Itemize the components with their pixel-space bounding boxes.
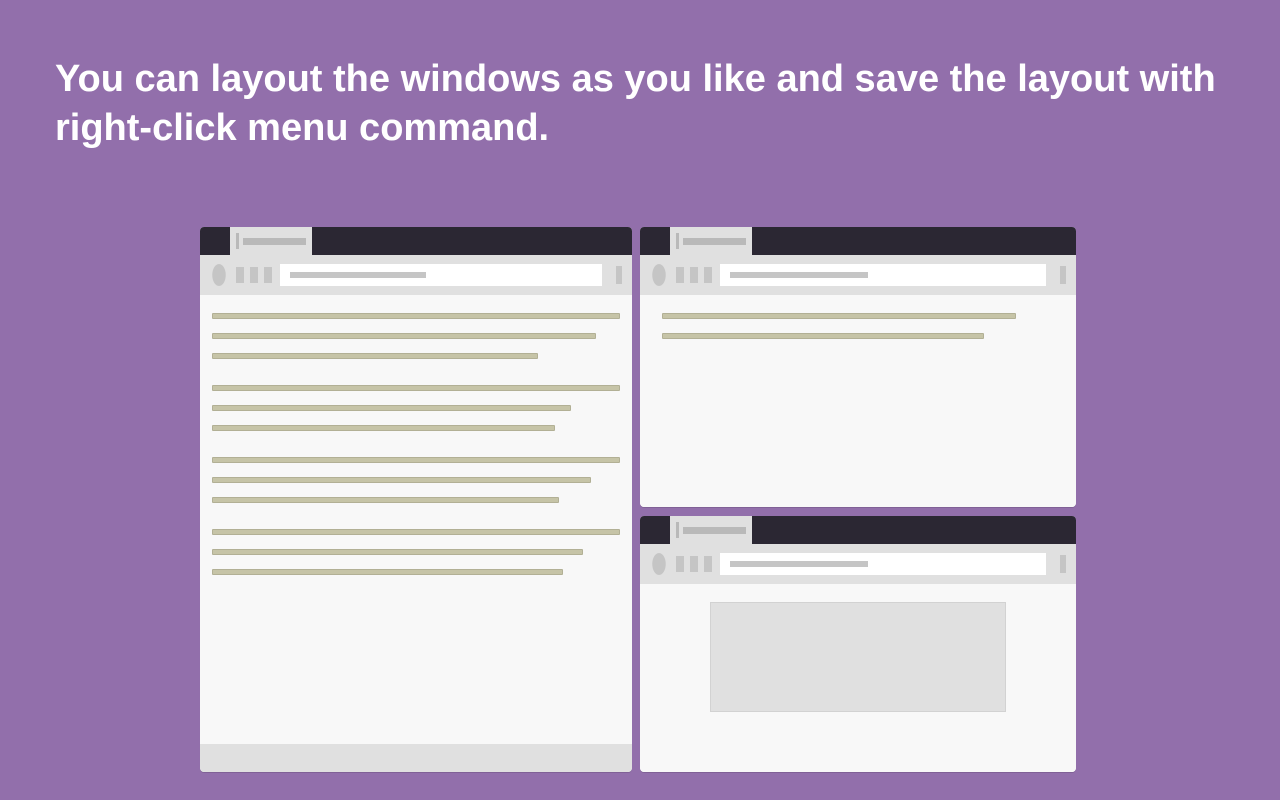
- titlebar-spacer: [200, 227, 230, 255]
- browser-tab[interactable]: [670, 516, 752, 544]
- titlebar[interactable]: [640, 227, 1076, 255]
- tab-favicon: [676, 522, 679, 538]
- page-content: [200, 295, 632, 744]
- reload-button[interactable]: [704, 267, 712, 283]
- text-line-placeholder: [212, 405, 571, 411]
- text-line-placeholder: [212, 477, 591, 483]
- profile-avatar-icon[interactable]: [652, 264, 666, 286]
- address-text-placeholder: [730, 272, 868, 278]
- text-paragraph: [212, 529, 620, 575]
- text-line-placeholder: [212, 569, 563, 575]
- text-line-placeholder: [212, 425, 555, 431]
- reload-button[interactable]: [264, 267, 272, 283]
- text-line-placeholder: [212, 549, 583, 555]
- text-line-placeholder: [662, 333, 984, 339]
- back-button[interactable]: [676, 267, 684, 283]
- toolbar: [200, 255, 632, 295]
- tab-favicon: [676, 233, 679, 249]
- browser-window-a[interactable]: [200, 227, 632, 772]
- window-layout-canvas: [200, 227, 1080, 772]
- text-line-placeholder: [212, 313, 620, 319]
- toolbar: [640, 255, 1076, 295]
- address-bar[interactable]: [720, 264, 1046, 286]
- titlebar-spacer: [640, 227, 670, 255]
- text-paragraph: [212, 457, 620, 503]
- text-paragraph: [212, 385, 620, 431]
- profile-avatar-icon[interactable]: [212, 264, 226, 286]
- titlebar[interactable]: [200, 227, 632, 255]
- address-text-placeholder: [730, 561, 868, 567]
- text-paragraph: [662, 313, 1064, 339]
- address-text-placeholder: [290, 272, 426, 278]
- text-line-placeholder: [212, 385, 620, 391]
- profile-avatar-icon[interactable]: [652, 553, 666, 575]
- text-line-placeholder: [212, 497, 559, 503]
- text-paragraph: [212, 313, 620, 359]
- menu-icon[interactable]: [1060, 555, 1066, 573]
- tab-title-placeholder: [683, 238, 746, 245]
- browser-window-c[interactable]: [640, 516, 1076, 772]
- page-headline: You can layout the windows as you like a…: [55, 55, 1225, 154]
- back-button[interactable]: [236, 267, 244, 283]
- address-bar[interactable]: [720, 553, 1046, 575]
- text-line-placeholder: [212, 353, 538, 359]
- menu-icon[interactable]: [616, 266, 622, 284]
- toolbar: [640, 544, 1076, 584]
- nav-buttons: [676, 556, 712, 572]
- tab-title-placeholder: [683, 527, 746, 534]
- text-line-placeholder: [212, 333, 596, 339]
- browser-window-b[interactable]: [640, 227, 1076, 507]
- forward-button[interactable]: [250, 267, 258, 283]
- menu-icon[interactable]: [1060, 266, 1066, 284]
- page-content: [640, 295, 1076, 507]
- titlebar[interactable]: [640, 516, 1076, 544]
- text-line-placeholder: [212, 529, 620, 535]
- browser-tab[interactable]: [230, 227, 312, 255]
- text-line-placeholder: [662, 313, 1016, 319]
- back-button[interactable]: [676, 556, 684, 572]
- address-bar[interactable]: [280, 264, 602, 286]
- forward-button[interactable]: [690, 267, 698, 283]
- image-placeholder: [710, 602, 1006, 712]
- nav-buttons: [676, 267, 712, 283]
- browser-tab[interactable]: [670, 227, 752, 255]
- reload-button[interactable]: [704, 556, 712, 572]
- status-bar: [200, 744, 632, 772]
- page-content: [640, 584, 1076, 772]
- tab-title-placeholder: [243, 238, 306, 245]
- text-line-placeholder: [212, 457, 620, 463]
- forward-button[interactable]: [690, 556, 698, 572]
- titlebar-spacer: [640, 516, 670, 544]
- nav-buttons: [236, 267, 272, 283]
- tab-favicon: [236, 233, 239, 249]
